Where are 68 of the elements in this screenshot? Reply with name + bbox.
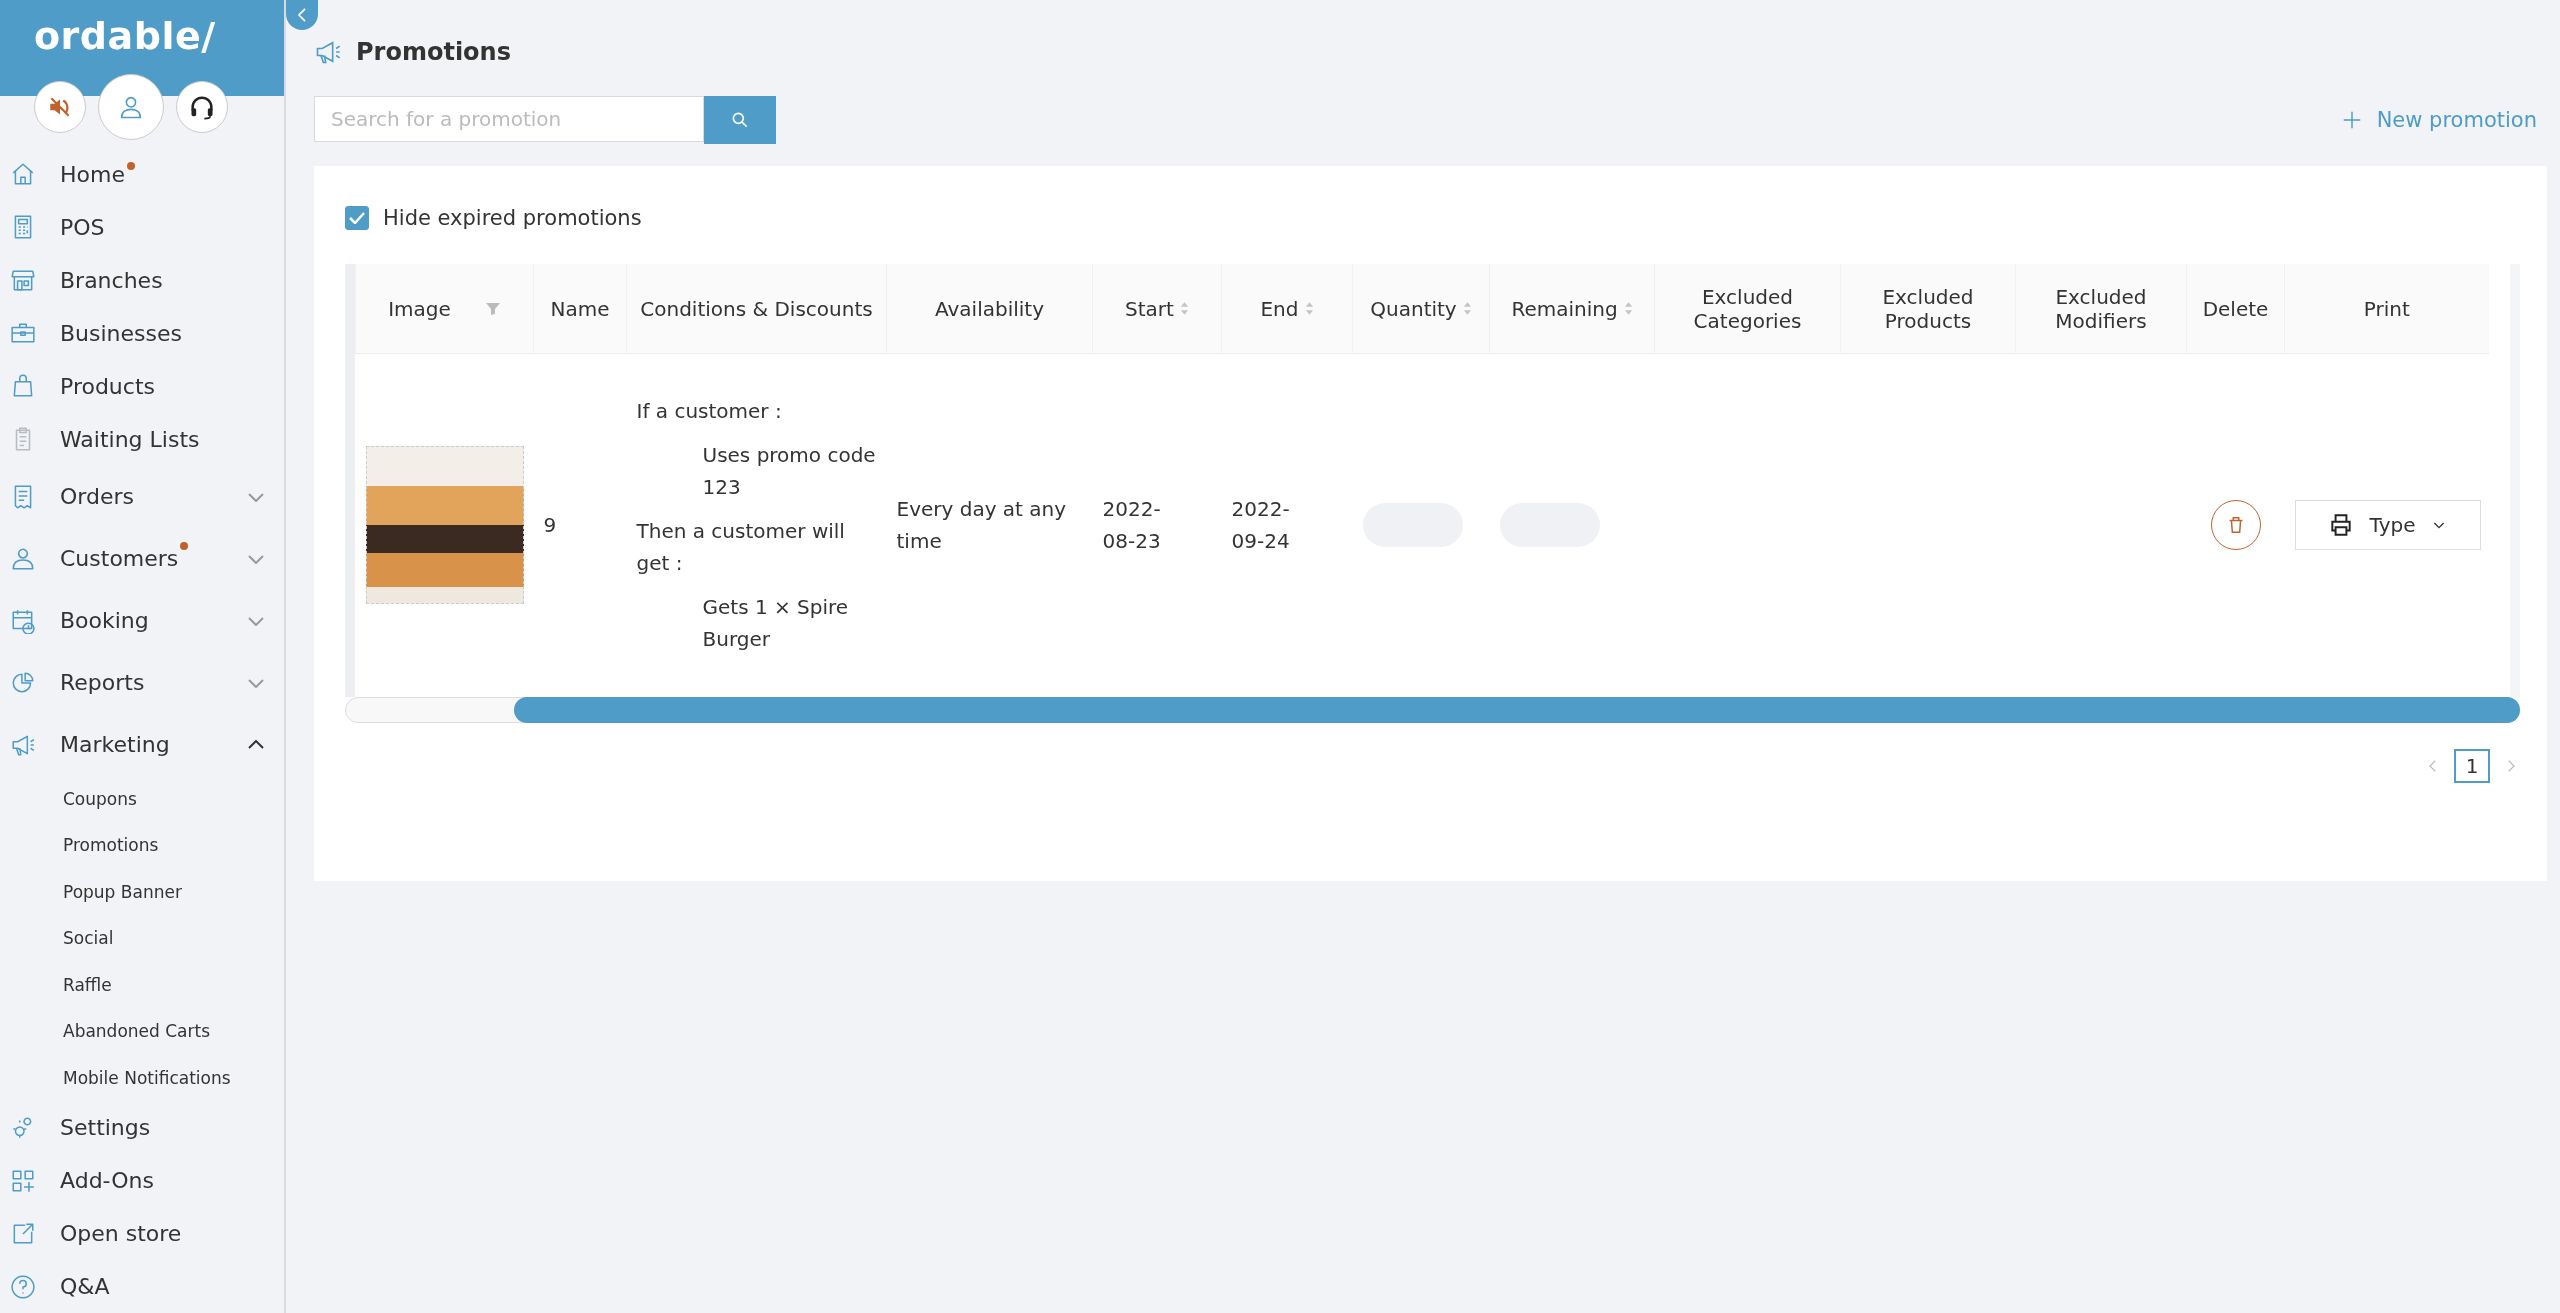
submenu-item[interactable]: Raffle — [0, 961, 284, 1008]
nav-item[interactable]: Customers — [0, 527, 284, 590]
table-cell-text: 2022-09-24 — [1231, 496, 1291, 556]
page-title: Promotions — [356, 38, 511, 66]
nav-item[interactable]: Open store — [0, 1207, 284, 1260]
nav-item[interactable]: Reports — [0, 651, 284, 714]
submenu-item[interactable]: Social — [0, 915, 284, 962]
column-header[interactable]: Excluded Modifiers — [2015, 264, 2187, 354]
table-cell: Every day at any time — [896, 497, 1067, 554]
horizontal-scrollbar[interactable] — [345, 696, 2520, 723]
nav-item[interactable]: Businesses — [0, 306, 284, 360]
submenu-item[interactable]: Coupons — [0, 775, 284, 822]
condition-text: If a customer : — [636, 398, 783, 426]
nav-item[interactable]: Q&A — [0, 1260, 284, 1313]
submenu-item[interactable]: Popup Banner — [0, 868, 284, 915]
page-button[interactable]: 1 — [2454, 748, 2490, 783]
nav-item[interactable]: Branches — [0, 253, 284, 307]
house-icon — [10, 161, 36, 187]
nav-item[interactable]: Add-Ons — [0, 1154, 284, 1207]
checkmark-icon — [349, 212, 365, 224]
nav-item[interactable]: Home — [0, 147, 284, 201]
column-header[interactable]: Image — [355, 264, 534, 354]
search-icon — [730, 110, 750, 130]
submenu-item[interactable]: Abandoned Carts — [0, 1008, 284, 1055]
sort-icon — [1623, 301, 1633, 316]
condition-text: Uses promo code 123 — [701, 442, 877, 502]
column-header[interactable]: Excluded Categories — [1654, 264, 1841, 354]
column-header[interactable]: Name — [533, 264, 627, 354]
logo: ordable/ — [33, 13, 217, 58]
question-icon — [10, 1273, 36, 1300]
collapse-sidebar-button[interactable] — [286, 0, 318, 30]
nav-item[interactable]: Waiting Lists — [0, 412, 284, 466]
column-header[interactable]: Excluded Products — [1840, 264, 2016, 354]
submenu-item[interactable]: Promotions — [0, 822, 284, 869]
sort-icon — [1462, 301, 1472, 316]
print-type-dropdown[interactable]: Type — [2294, 500, 2481, 551]
calendar-icon — [10, 607, 36, 634]
column-header[interactable]: Start — [1092, 264, 1222, 354]
chevron-left-icon — [298, 8, 306, 22]
table-cell-text: 2022-08-23 — [1102, 496, 1162, 556]
checkbox[interactable] — [345, 206, 369, 230]
column-header[interactable]: Print — [2284, 264, 2489, 354]
mute-button[interactable] — [34, 81, 86, 133]
headset-icon — [188, 93, 216, 121]
search-button[interactable] — [704, 96, 776, 144]
column-header[interactable]: Quantity — [1352, 264, 1490, 354]
column-header[interactable]: Conditions & Discounts — [626, 264, 887, 354]
column-header[interactable]: Availability — [886, 264, 1093, 354]
grid-plus-icon — [10, 1167, 36, 1194]
filter-icon — [484, 300, 501, 317]
nav-item[interactable]: POS — [0, 200, 284, 254]
sort-icon — [1179, 301, 1189, 316]
search-field[interactable]: Search for a promotion — [314, 96, 704, 142]
nav-item[interactable]: Orders — [0, 465, 284, 528]
column-header[interactable]: Delete — [2186, 264, 2285, 354]
condition-text: Gets 1 × Spire Burger — [701, 594, 850, 654]
table-cell: 9 — [543, 513, 557, 538]
column-header[interactable]: End — [1221, 264, 1353, 354]
support-button[interactable] — [176, 81, 228, 133]
nav-item[interactable]: Products — [0, 359, 284, 413]
condition-text: Then a customer will get : — [636, 518, 846, 578]
submenu-item[interactable]: Mobile Notifications — [0, 1054, 284, 1101]
column-header[interactable]: Remaining — [1489, 264, 1655, 354]
nav-item[interactable]: Booking — [0, 589, 284, 652]
sort-icon — [1304, 301, 1314, 316]
checkbox-label: Hide expired promotions — [383, 206, 642, 230]
nav-item[interactable]: Settings — [0, 1101, 284, 1154]
nav-item[interactable]: Marketing — [0, 713, 284, 776]
